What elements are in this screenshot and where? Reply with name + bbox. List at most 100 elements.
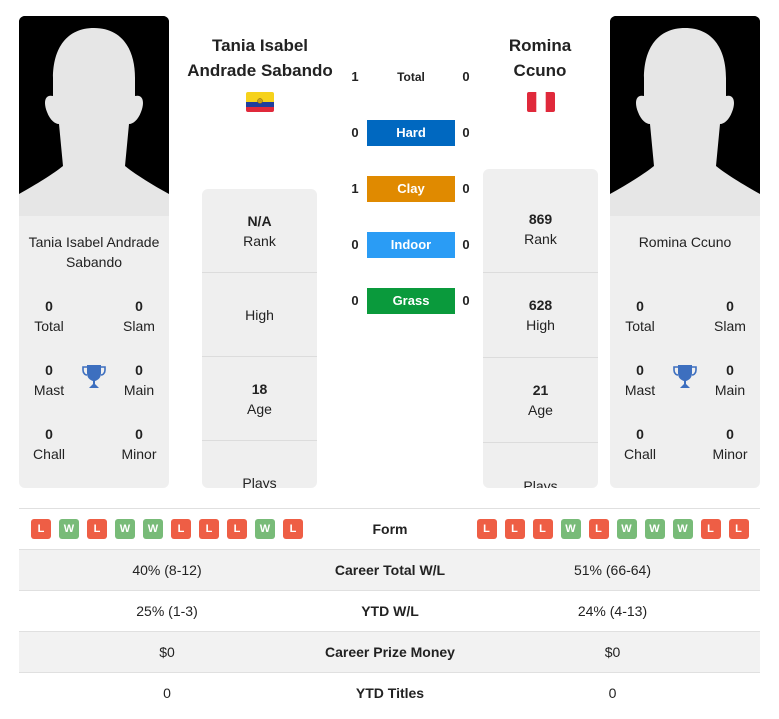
form-label: Form — [372, 521, 408, 537]
stat-high-value: 628 — [528, 297, 553, 313]
titles-main-left: 0 Main — [109, 360, 169, 400]
ytd-titles-left: 0 — [163, 685, 171, 701]
titles-chall-label: Chall — [624, 446, 656, 462]
titles-chall-value: 0 — [636, 426, 644, 442]
form-badge-win[interactable]: W — [255, 519, 275, 539]
player-heading-right[interactable]: Romina Ccuno — [470, 33, 610, 83]
player-heading-left-line1: Tania Isabel — [211, 36, 309, 55]
form-badge-loss[interactable]: L — [588, 519, 609, 539]
ytd-titles-row: 0 YTD Titles 0 — [19, 672, 760, 713]
player-heading-left[interactable]: Tania Isabel Andrade Sabando — [178, 33, 342, 83]
form-row: LWLWWLLLWL Form LLLWLWWWLL — [19, 508, 760, 549]
stat-high-label: High — [245, 306, 274, 323]
h2h-clay-left: 1 — [351, 181, 359, 196]
titles-slam-label: Slam — [714, 318, 746, 334]
titles-main-label: Main — [123, 382, 155, 398]
career-wl-row: 40% (8-12) Career Total W/L 51% (66-64) — [19, 549, 760, 590]
titles-minor-left: 0 Minor — [109, 424, 169, 464]
stat-age-value: 18 — [251, 380, 268, 397]
surface-grass-badge[interactable]: Grass — [367, 288, 455, 314]
h2h-grass-right: 0 — [462, 293, 470, 308]
stats-panel-left: N/A Rank High 18 Age Plays — [202, 189, 317, 488]
form-badges-right: LLLWLWWWLL — [465, 519, 760, 539]
stat-rank-label: Rank — [243, 232, 276, 249]
player-heading-right-line1: Romina — [508, 36, 572, 55]
stat-rank-label: Rank — [524, 230, 557, 247]
titles-minor-value: 0 — [726, 426, 734, 442]
ytd-titles-right: 0 — [608, 685, 617, 701]
titles-mast-left: 0 Mast — [19, 360, 79, 400]
form-badge-loss[interactable]: L — [199, 519, 219, 539]
career-wl-left: 40% (8-12) — [132, 562, 202, 578]
ytd-titles-label: YTD Titles — [355, 685, 425, 701]
player-name-right: Romina Ccuno — [638, 234, 732, 250]
titles-total-label: Total — [34, 318, 64, 334]
form-badge-win[interactable]: W — [672, 519, 693, 539]
titles-minor-label: Minor — [121, 446, 157, 462]
titles-minor-label: Minor — [712, 446, 748, 462]
form-badge-loss[interactable]: L — [504, 519, 525, 539]
stat-rank-right: 869 Rank — [483, 169, 598, 273]
form-badge-win[interactable]: W — [644, 519, 665, 539]
surface-clay-badge[interactable]: Clay — [367, 176, 455, 202]
form-badge-loss[interactable]: L — [171, 519, 191, 539]
titles-total-value: 0 — [636, 298, 644, 314]
h2h-grass-row: 0 Grass 0 — [345, 288, 475, 314]
titles-slam-right: 0 Slam — [700, 296, 760, 336]
prize-money-right: $0 — [604, 644, 621, 660]
titles-chall-value: 0 — [45, 426, 53, 442]
titles-total-value: 0 — [45, 298, 53, 314]
surface-indoor-badge[interactable]: Indoor — [367, 232, 455, 258]
comparison-table: LWLWWLLLWL Form LLLWLWWWLL 40% (8-12) Ca… — [19, 508, 760, 713]
ytd-wl-label: YTD W/L — [361, 603, 419, 619]
titles-slam-label: Slam — [123, 318, 155, 334]
form-badge-win[interactable]: W — [115, 519, 135, 539]
stat-plays-right: Plays — [483, 443, 598, 489]
h2h-indoor-left: 0 — [351, 237, 359, 252]
form-badge-loss[interactable]: L — [728, 519, 749, 539]
form-badge-win[interactable]: W — [143, 519, 163, 539]
titles-total-right: 0 Total — [610, 296, 670, 336]
h2h-total-row: 1 Total 0 — [345, 64, 475, 90]
form-badges-left: LWLWWLLLWL — [19, 519, 315, 539]
titles-slam-value: 0 — [726, 298, 734, 314]
form-badge-loss[interactable]: L — [283, 519, 303, 539]
form-badge-loss[interactable]: L — [87, 519, 107, 539]
stat-age-left: 18 Age — [202, 357, 317, 441]
form-badge-loss[interactable]: L — [532, 519, 553, 539]
h2h-hard-row: 0 Hard 0 — [345, 120, 475, 146]
career-wl-right: 51% (66-64) — [573, 562, 652, 578]
stat-plays-label: Plays — [242, 475, 277, 488]
stat-plays-label: Plays — [523, 477, 558, 489]
player-heading-right-line2: Ccuno — [513, 61, 567, 80]
stat-rank-left: N/A Rank — [202, 189, 317, 273]
form-badge-loss[interactable]: L — [227, 519, 247, 539]
player-heading-left-line2: Andrade Sabando — [187, 61, 333, 80]
form-badge-win[interactable]: W — [616, 519, 637, 539]
stat-age-value: 21 — [532, 382, 549, 398]
form-badge-loss[interactable]: L — [31, 519, 51, 539]
form-badge-win[interactable]: W — [560, 519, 581, 539]
player-photo-left — [19, 16, 169, 216]
h2h-grass-left: 0 — [351, 293, 359, 308]
titles-mast-right: 0 Mast — [610, 360, 670, 400]
ytd-wl-left: 25% (1-3) — [136, 603, 198, 619]
titles-total-label: Total — [625, 318, 655, 334]
trophy-icon — [673, 365, 697, 388]
avatar-silhouette-icon — [610, 16, 760, 216]
form-badge-win[interactable]: W — [59, 519, 79, 539]
avatar-silhouette-icon — [19, 16, 169, 216]
titles-mast-value: 0 — [636, 362, 644, 378]
ecuador-flag-icon — [246, 92, 274, 112]
prize-money-label: Career Prize Money — [325, 644, 455, 660]
form-badge-loss[interactable]: L — [476, 519, 497, 539]
titles-chall-label: Chall — [33, 446, 65, 462]
surface-hard-badge[interactable]: Hard — [367, 120, 455, 146]
stat-high-right: 628 High — [483, 273, 598, 358]
player-card-right: Romina Ccuno 0 Total 0 Slam 0 Mast 0 Mai… — [610, 16, 760, 488]
form-badge-loss[interactable]: L — [700, 519, 721, 539]
ytd-wl-row: 25% (1-3) YTD W/L 24% (4-13) — [19, 590, 760, 631]
h2h-hard-right: 0 — [462, 125, 470, 140]
stats-panel-right: 869 Rank 628 High 21 Age Plays — [483, 169, 598, 488]
h2h-indoor-row: 0 Indoor 0 — [345, 232, 475, 258]
